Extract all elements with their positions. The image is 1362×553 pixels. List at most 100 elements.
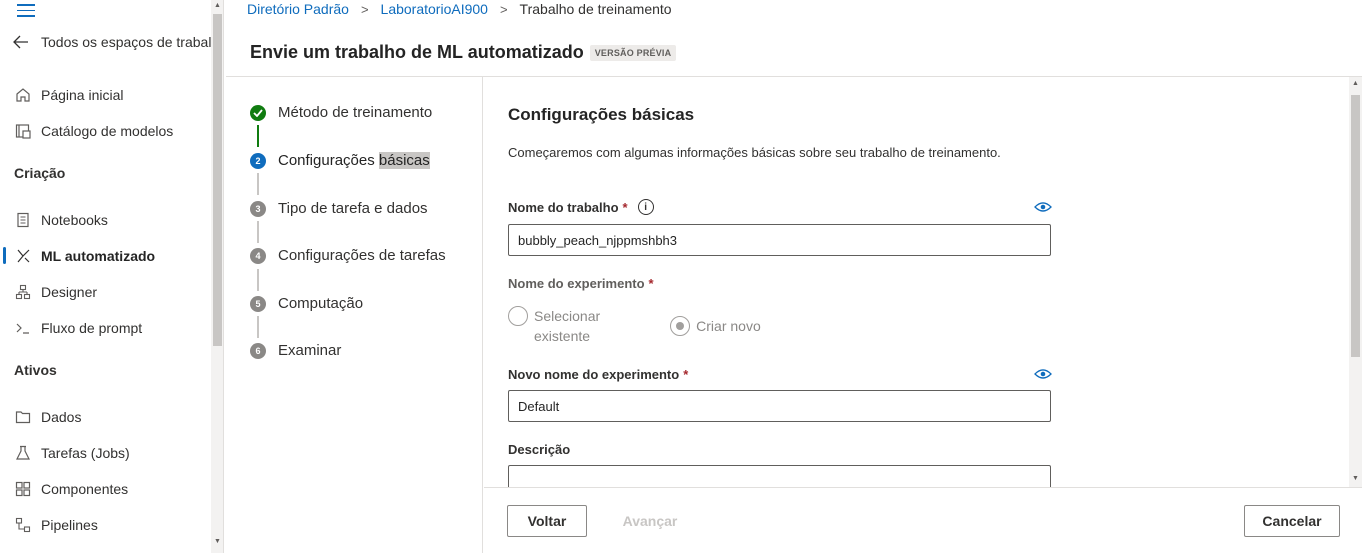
nav-item-label: Página inicial: [41, 87, 124, 103]
job-name-label: Nome do trabalho * i: [508, 199, 654, 215]
description-label: Descrição: [508, 442, 570, 457]
scrollbar-thumb[interactable]: [1351, 95, 1360, 357]
nav-item-prompt-flow[interactable]: Fluxo de prompt: [13, 318, 142, 338]
step-connector: [257, 269, 259, 291]
preview-badge: VERSÃO PRÉVIA: [589, 44, 677, 61]
nav-item-pipelines[interactable]: Pipelines: [13, 515, 98, 535]
step-training-method[interactable]: Método de treinamento: [250, 104, 432, 121]
hamburger-menu-icon[interactable]: [17, 4, 35, 17]
step-connector: [257, 316, 259, 338]
back-to-workspaces-label: Todos os espaços de trabal: [41, 34, 212, 50]
new-experiment-name-input[interactable]: [508, 390, 1051, 422]
step-number: 6: [250, 342, 266, 359]
step-basic-settings[interactable]: 2 Configurações básicas: [250, 152, 430, 169]
page-title-text: Envie um trabalho de ML automatizado: [250, 42, 584, 62]
form-footer: Voltar Avançar Cancelar: [484, 487, 1362, 553]
catalog-icon: [13, 121, 33, 141]
app-root: Todos os espaços de trabal Página inicia…: [0, 0, 1362, 553]
step-task-settings[interactable]: 4 Configurações de tarefas: [250, 247, 446, 264]
breadcrumb-item-workspace[interactable]: LaboratorioAI900: [381, 1, 488, 17]
section-description: Começaremos com algumas informações bási…: [508, 145, 1001, 160]
section-title: Configurações básicas: [508, 105, 695, 124]
nav-item-label: Fluxo de prompt: [41, 320, 143, 336]
cancel-button[interactable]: Cancelar: [1244, 505, 1340, 537]
experiment-radio-group: Selecionar existente Criar novo: [508, 306, 761, 346]
nav-item-jobs[interactable]: Tarefas (Jobs): [13, 443, 130, 463]
radio-select-existing[interactable]: Selecionar existente: [508, 306, 600, 346]
step-compute[interactable]: 5 Computação: [250, 295, 363, 312]
info-icon[interactable]: i: [637, 199, 654, 215]
step-review[interactable]: 6 Examinar: [250, 342, 341, 359]
job-name-label-text: Nome do trabalho: [508, 199, 619, 215]
nav-scrollbar[interactable]: ▲ ▼: [211, 0, 223, 553]
nav-section-creation: Criação: [14, 165, 66, 181]
checkmark-icon: [250, 104, 266, 121]
experiment-name-label: Nome do experimento *: [508, 276, 654, 291]
radio-label: Selecionar existente: [534, 306, 600, 346]
nav-item-label: Notebooks: [41, 212, 108, 228]
left-navigation: Todos os espaços de trabal Página inicia…: [0, 0, 224, 553]
nav-item-notebooks[interactable]: Notebooks: [13, 210, 108, 230]
radio-label-line: existente: [534, 328, 591, 344]
step-label: Método de treinamento: [278, 104, 433, 121]
scroll-up-icon[interactable]: ▲: [214, 2, 221, 9]
radio-circle-selected[interactable]: [670, 316, 691, 336]
scroll-up-icon[interactable]: ▲: [1352, 80, 1359, 87]
required-marker: *: [622, 199, 628, 215]
flask-icon: [13, 443, 33, 463]
step-number: 2: [250, 152, 266, 169]
nav-item-home[interactable]: Página inicial: [13, 85, 124, 105]
scroll-down-icon[interactable]: ▼: [1352, 475, 1359, 482]
page-title: Envie um trabalho de ML automatizado VER…: [250, 42, 677, 63]
next-button[interactable]: Avançar: [610, 505, 690, 537]
back-button[interactable]: Voltar: [507, 505, 587, 537]
step-task-type-data[interactable]: 3 Tipo de tarefa e dados: [250, 200, 428, 217]
nav-item-components[interactable]: Componentes: [13, 479, 128, 499]
radio-create-new[interactable]: Criar novo: [670, 316, 761, 336]
nav-item-data[interactable]: Dados: [13, 407, 81, 427]
eye-icon[interactable]: [1034, 368, 1052, 380]
automl-icon: [13, 246, 33, 266]
nav-item-designer[interactable]: Designer: [13, 282, 97, 302]
description-label-text: Descrição: [508, 442, 571, 457]
step-label: Tipo de tarefa e dados: [278, 200, 428, 217]
nav-item-label: Componentes: [41, 481, 129, 497]
active-indicator: [3, 247, 6, 264]
radio-label-line: Selecionar: [534, 308, 601, 324]
radio-label: Criar novo: [696, 318, 761, 334]
nav-item-label: Catálogo de modelos: [41, 123, 174, 139]
form-panel: Configurações básicas Começaremos com al…: [484, 77, 1362, 487]
job-name-input[interactable]: [508, 224, 1051, 256]
step-connector: [257, 125, 259, 147]
description-input[interactable]: [508, 465, 1051, 487]
nav-section-assets: Ativos: [14, 362, 57, 378]
prompt-flow-icon: [13, 318, 33, 338]
required-marker: *: [683, 367, 689, 382]
new-experiment-label-text: Novo nome do experimento: [508, 367, 680, 382]
step-label-highlight: básicas: [378, 152, 430, 169]
step-label: Configurações básicas: [278, 152, 430, 169]
step-connector: [257, 173, 259, 195]
step-number: 3: [250, 200, 266, 217]
scroll-down-icon[interactable]: ▼: [214, 538, 221, 545]
breadcrumb-item-directory[interactable]: Diretório Padrão: [247, 1, 349, 17]
nav-item-label: Pipelines: [41, 517, 98, 533]
notebook-icon: [13, 210, 33, 230]
step-number: 4: [250, 247, 266, 264]
experiment-name-label-text: Nome do experimento: [508, 276, 645, 291]
home-icon: [13, 85, 33, 105]
components-icon: [13, 479, 33, 499]
nav-item-automated-ml[interactable]: ML automatizado: [13, 246, 155, 266]
radio-circle[interactable]: [508, 306, 528, 326]
eye-icon[interactable]: [1034, 201, 1052, 213]
step-label: Examinar: [278, 342, 342, 359]
step-label: Computação: [278, 295, 364, 312]
nav-item-label: Designer: [41, 284, 98, 300]
back-to-workspaces-link[interactable]: Todos os espaços de trabal: [13, 34, 211, 50]
form-scrollbar[interactable]: ▲ ▼: [1349, 77, 1362, 487]
breadcrumb-current: Trabalho de treinamento: [519, 1, 672, 17]
scrollbar-thumb[interactable]: [213, 14, 222, 346]
new-experiment-name-label: Novo nome do experimento *: [508, 367, 688, 382]
nav-item-model-catalog[interactable]: Catálogo de modelos: [13, 121, 173, 141]
step-label: Configurações de tarefas: [278, 247, 446, 264]
